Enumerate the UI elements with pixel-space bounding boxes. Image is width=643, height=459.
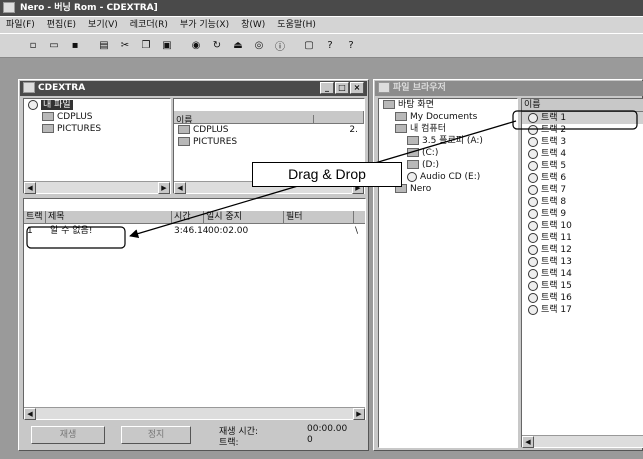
drag-annotation (26, 110, 638, 249)
target-highlight (26, 226, 126, 249)
drag-drop-label: Drag & Drop (252, 162, 402, 187)
source-highlight (512, 110, 638, 130)
